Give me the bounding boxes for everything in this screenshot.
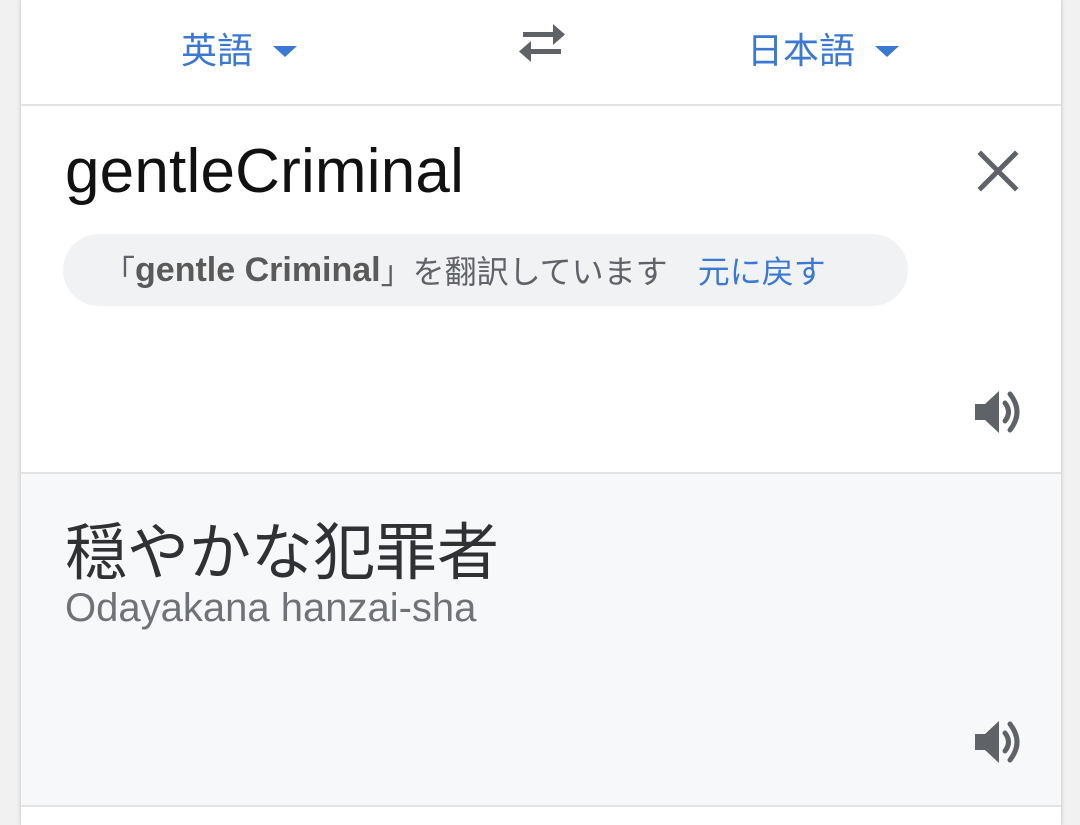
source-language-selector[interactable]: 英語: [181, 24, 298, 72]
language-bar: 英語 日本語: [21, 0, 1061, 106]
suggestion-bracket-close: 」: [380, 253, 413, 291]
target-language-label: 日本語: [747, 31, 856, 72]
suggestion-query: gentle Criminal: [135, 250, 381, 289]
chevron-down-icon: [273, 45, 298, 57]
chevron-down-icon: [875, 45, 900, 57]
source-text[interactable]: gentleCriminal: [65, 136, 464, 207]
target-language-selector[interactable]: 日本語: [747, 24, 900, 72]
suggestion-bracket-open: 「: [103, 253, 136, 291]
translation-text: 穏やかな犯罪者: [65, 516, 500, 589]
translate-card: 英語 日本語 gentleCriminal 「 gentle Criminal …: [20, 0, 1062, 825]
suggestion-message: を翻訳しています: [412, 253, 668, 291]
swap-arrows-icon: [519, 24, 565, 62]
revert-link[interactable]: 元に戻す: [698, 247, 826, 293]
clear-input-button[interactable]: [973, 146, 1023, 196]
romanization-text: Odayakana hanzai-sha: [65, 586, 477, 630]
listen-source-button[interactable]: [971, 384, 1027, 440]
source-language-label: 英語: [181, 31, 254, 72]
translation-output-area: 穏やかな犯罪者 Odayakana hanzai-sha: [21, 474, 1061, 807]
app-frame: 英語 日本語 gentleCriminal 「 gentle Criminal …: [0, 0, 1080, 825]
translation-suggestion-chip: 「 gentle Criminal 」 を翻訳しています 元に戻す: [63, 234, 908, 306]
speaker-icon: [975, 391, 1020, 433]
listen-translation-button[interactable]: [971, 714, 1027, 770]
close-icon: [977, 150, 1019, 192]
speaker-icon: [975, 721, 1020, 763]
swap-languages-button[interactable]: [515, 20, 569, 68]
source-input-area[interactable]: gentleCriminal 「 gentle Criminal 」 を翻訳して…: [21, 106, 1061, 474]
